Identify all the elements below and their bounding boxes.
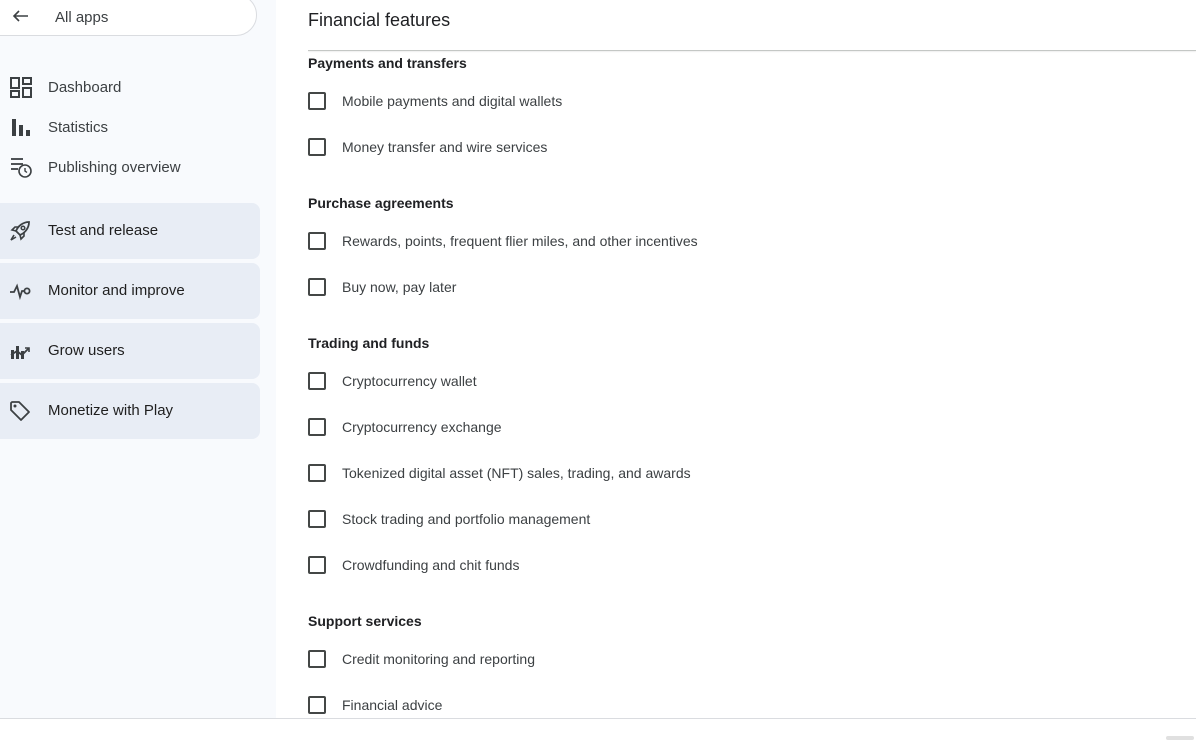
option-crypto-wallet[interactable]: Cryptocurrency wallet: [308, 369, 477, 393]
bottom-bar: [0, 718, 1196, 741]
all-apps-label: All apps: [55, 9, 109, 26]
sidebar-group-label: Grow users: [48, 342, 125, 359]
checkbox[interactable]: [308, 464, 326, 482]
section-title-payments: Payments and transfers: [308, 55, 467, 71]
checkbox[interactable]: [308, 696, 326, 714]
sidebar-group-monitor-and-improve[interactable]: Monitor and improve: [0, 263, 260, 319]
checkbox[interactable]: [308, 278, 326, 296]
sidebar-item-dashboard[interactable]: Dashboard: [0, 67, 260, 107]
option-crowdfunding[interactable]: Crowdfunding and chit funds: [308, 553, 519, 577]
sidebar-group-label: Monitor and improve: [48, 282, 185, 299]
checkbox[interactable]: [308, 372, 326, 390]
bar-chart-icon: [12, 119, 30, 136]
checkbox[interactable]: [308, 510, 326, 528]
checkbox[interactable]: [308, 556, 326, 574]
sidebar-item-label: Dashboard: [48, 78, 122, 96]
sidebar-group-grow-users[interactable]: Grow users: [0, 323, 260, 379]
option-credit-monitoring[interactable]: Credit monitoring and reporting: [308, 647, 535, 671]
option-label: Financial advice: [342, 697, 443, 713]
sidebar: All apps Dashboard Statistics Publishing…: [0, 0, 276, 718]
option-label: Cryptocurrency wallet: [342, 373, 477, 389]
sidebar-item-label: Statistics: [48, 118, 109, 136]
option-nft[interactable]: Tokenized digital asset (NFT) sales, tra…: [308, 461, 691, 485]
option-label: Buy now, pay later: [342, 279, 457, 295]
sidebar-item-publishing-overview[interactable]: Publishing overview: [0, 147, 260, 187]
option-label: Stock trading and portfolio management: [342, 511, 591, 527]
dashboard-icon: [10, 77, 32, 98]
sidebar-group-label: Monetize with Play: [48, 402, 174, 419]
vitals-icon: [10, 283, 31, 301]
option-stock-trading[interactable]: Stock trading and portfolio management: [308, 507, 590, 531]
section-title-trading-and-funds: Trading and funds: [308, 335, 430, 351]
divider: [308, 50, 1196, 51]
option-crypto-exchange[interactable]: Cryptocurrency exchange: [308, 415, 502, 439]
publishing-overview-icon: [11, 158, 32, 178]
option-label: Tokenized digital asset (NFT) sales, tra…: [342, 465, 691, 481]
option-label: Cryptocurrency exchange: [342, 419, 502, 435]
option-rewards[interactable]: Rewards, points, frequent flier miles, a…: [308, 229, 698, 253]
page-title: Financial features: [308, 10, 451, 30]
main-content: Financial features Payments and transfer…: [276, 0, 1196, 718]
tag-icon: [10, 401, 30, 421]
checkbox[interactable]: [308, 418, 326, 436]
all-apps-button[interactable]: All apps: [0, 0, 257, 36]
checkbox[interactable]: [308, 138, 326, 156]
checkbox[interactable]: [308, 650, 326, 668]
option-buy-now-pay-later[interactable]: Buy now, pay later: [308, 275, 456, 299]
option-mobile-payments[interactable]: Mobile payments and digital wallets: [308, 89, 562, 113]
option-label: Credit monitoring and reporting: [342, 651, 535, 667]
sidebar-group-label: Test and release: [48, 222, 159, 239]
checkbox[interactable]: [308, 232, 326, 250]
arrow-back-icon: [12, 10, 28, 22]
grow-chart-icon: [10, 346, 30, 359]
checkbox[interactable]: [308, 92, 326, 110]
option-money-transfer[interactable]: Money transfer and wire services: [308, 135, 547, 159]
option-financial-advice[interactable]: Financial advice: [308, 693, 442, 717]
scrollbar-handle[interactable]: [1166, 736, 1194, 740]
sidebar-item-statistics[interactable]: Statistics: [0, 107, 260, 147]
option-label: Money transfer and wire services: [342, 139, 548, 155]
section-title-purchase-agreements: Purchase agreements: [308, 195, 454, 211]
sidebar-group-test-and-release[interactable]: Test and release: [0, 203, 260, 259]
option-label: Mobile payments and digital wallets: [342, 93, 563, 109]
rocket-icon: [10, 221, 30, 241]
option-label: Rewards, points, frequent flier miles, a…: [342, 233, 698, 249]
sidebar-group-monetize-with-play[interactable]: Monetize with Play: [0, 383, 260, 439]
sidebar-item-label: Publishing overview: [48, 158, 181, 176]
option-label: Crowdfunding and chit funds: [342, 557, 520, 573]
section-title-support-services: Support services: [308, 613, 422, 629]
